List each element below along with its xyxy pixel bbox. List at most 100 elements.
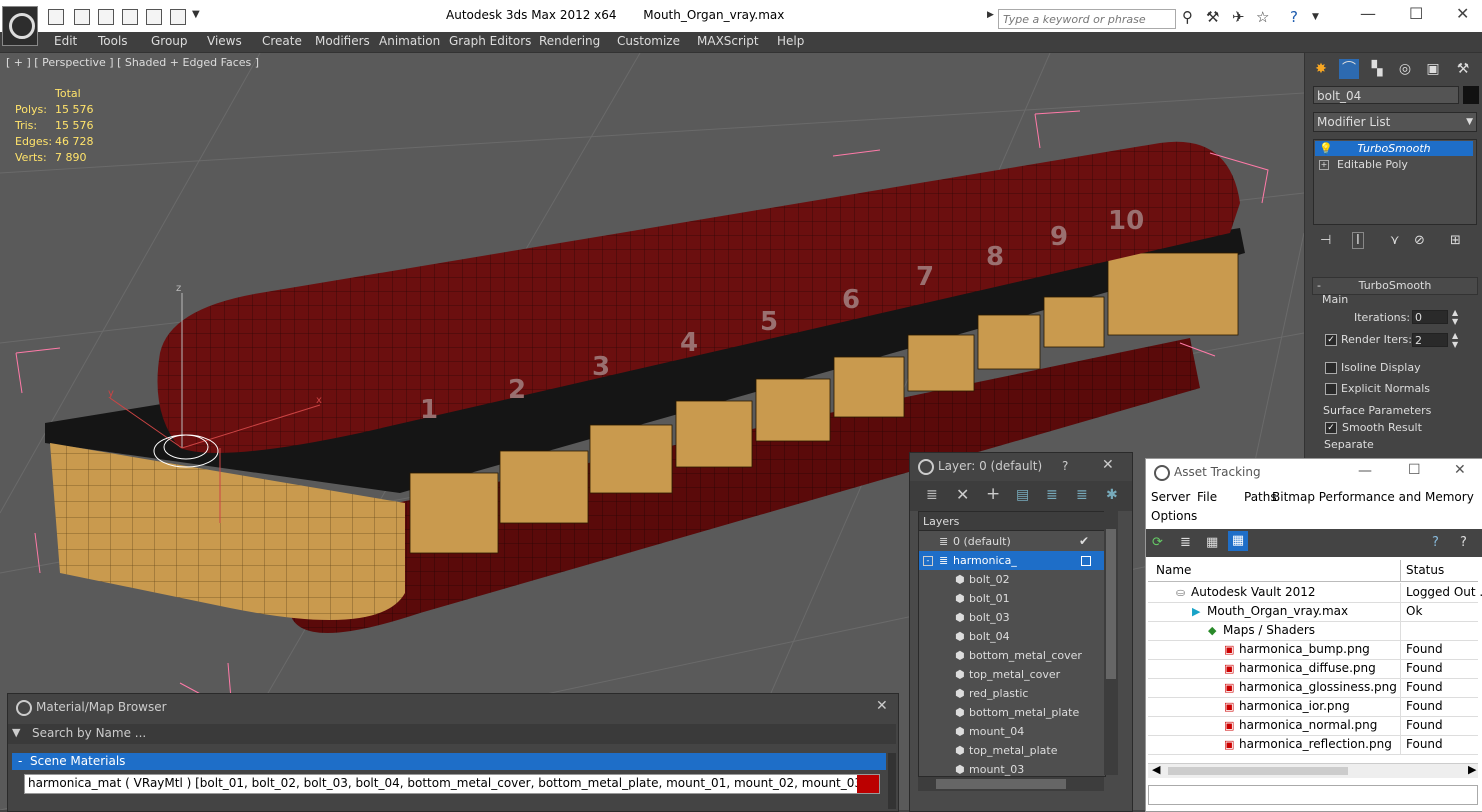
layer-row[interactable]: - ≣ harmonica_ [919, 551, 1105, 570]
material-item[interactable]: harmonica_mat ( VRayMtl ) [bolt_01, bolt… [24, 774, 880, 794]
minimize-icon[interactable]: — [1358, 463, 1372, 479]
options-dropdown-icon[interactable]: ▼ [12, 726, 20, 739]
scene-materials-header[interactable]: - Scene Materials [12, 753, 886, 770]
menu-edit[interactable]: Edit [54, 34, 77, 48]
expand-plus-icon[interactable]: + [1319, 160, 1329, 170]
layer-object-row[interactable]: ⬢ bolt_01 [919, 589, 1105, 608]
binoculars-icon[interactable]: ⚲ [1182, 8, 1193, 26]
layer-object-row[interactable]: ⬢ red_plastic [919, 684, 1105, 703]
freeze-all-icon[interactable]: ✱ [1106, 487, 1118, 503]
scroll-left-icon[interactable]: ◀ [1152, 763, 1160, 776]
layer-hscrollbar[interactable] [918, 777, 1104, 791]
new-layer-icon[interactable]: ≣ [926, 487, 938, 503]
layer-object-row[interactable]: ⬢ bolt_02 [919, 570, 1105, 589]
project-folder-icon[interactable] [170, 9, 186, 25]
modifier-list-dropdown[interactable]: Modifier List ▼ [1313, 112, 1477, 132]
refresh-icon[interactable]: ⟳ [1152, 535, 1163, 550]
display-tab-icon[interactable]: ▣ [1423, 59, 1443, 79]
layer-hscrollbar-thumb[interactable] [936, 779, 1066, 789]
object-color-swatch[interactable] [1463, 86, 1479, 104]
menu-customize[interactable]: Customize [617, 34, 680, 48]
menu-create[interactable]: Create [262, 34, 302, 48]
make-unique-icon[interactable]: ⋎ [1390, 233, 1400, 248]
quick-access-dropdown-icon[interactable]: ▼ [192, 9, 200, 20]
close-icon[interactable]: ✕ [1456, 4, 1469, 23]
hide-all-icon[interactable]: ≣ [1076, 487, 1088, 503]
stack-item-editable-poly[interactable]: + Editable Poly [1315, 157, 1473, 172]
remove-modifier-icon[interactable]: ⊘ [1414, 233, 1425, 248]
asset-row[interactable]: ▣ harmonica_reflection.png Found [1148, 735, 1478, 755]
spinner-arrows-icon[interactable]: ▲ ▼ [1452, 331, 1458, 349]
menu-tools[interactable]: Tools [98, 34, 128, 48]
minimize-icon[interactable]: — [1360, 4, 1376, 23]
collapse-minus-icon[interactable]: - [923, 556, 933, 566]
menu-views[interactable]: Views [207, 34, 242, 48]
create-tab-icon[interactable]: ✸ [1311, 59, 1331, 79]
lightbulb-icon[interactable]: 💡 [1319, 141, 1333, 156]
utilities-tab-icon[interactable]: ⚒ [1453, 59, 1473, 79]
layer-object-row[interactable]: ⬢ top_metal_cover [919, 665, 1105, 684]
column-status[interactable]: Status [1406, 563, 1444, 577]
hierarchy-tab-icon[interactable]: ▚ [1367, 59, 1387, 79]
help-icon[interactable]: ? [1290, 8, 1298, 26]
iterations-spinner[interactable]: 0 [1412, 310, 1448, 324]
asset-row[interactable]: ▣ harmonica_glossiness.png Found [1148, 678, 1478, 698]
spinner-arrows-icon[interactable]: ▲ ▼ [1452, 308, 1458, 326]
maximize-icon[interactable]: ☐ [1409, 4, 1423, 23]
highlight-layer-icon[interactable]: ≣ [1046, 487, 1058, 503]
material-scrollbar[interactable] [888, 753, 896, 809]
asset-menu-options[interactable]: Options [1151, 509, 1197, 523]
layer-object-row[interactable]: ⬢ bolt_04 [919, 627, 1105, 646]
menu-graph-editors[interactable]: Graph Editors [449, 34, 531, 48]
layer-scrollbar-thumb[interactable] [1106, 529, 1116, 679]
new-scene-icon[interactable] [98, 9, 114, 25]
layer-scrollbar[interactable] [1104, 511, 1118, 775]
show-end-result-icon[interactable]: Ⅰ [1352, 232, 1364, 249]
viewport-label[interactable]: [ + ] [ Perspective ] [ Shaded + Edged F… [6, 56, 259, 69]
subscription-icon[interactable]: ✈ [1232, 8, 1245, 26]
app-logo-button[interactable] [2, 6, 38, 46]
select-objects-icon[interactable]: ▤ [1016, 487, 1029, 503]
isoline-display-checkbox[interactable] [1325, 362, 1337, 374]
maximize-icon[interactable]: ☐ [1408, 462, 1421, 478]
menu-help[interactable]: Help [777, 34, 804, 48]
list-view-icon[interactable]: ≣ [1180, 535, 1191, 550]
asset-row[interactable]: ▣ harmonica_ior.png Found [1148, 697, 1478, 717]
hold-icon[interactable] [122, 9, 138, 25]
asset-menu-bitmap-performance[interactable]: Bitmap Performance and Memory [1272, 490, 1474, 504]
explicit-normals-checkbox[interactable] [1325, 383, 1337, 395]
render-iters-checkbox[interactable]: ✓ [1325, 334, 1337, 346]
asset-row[interactable]: ▣ harmonica_diffuse.png Found [1148, 659, 1478, 679]
motion-tab-icon[interactable]: ◎ [1395, 59, 1415, 79]
open-file-icon[interactable] [48, 9, 64, 25]
material-search-input[interactable]: Search by Name ... [32, 726, 146, 740]
layer-object-row[interactable]: ⬢ mount_04 [919, 722, 1105, 741]
add-to-layer-icon[interactable]: + [986, 484, 1000, 504]
column-name[interactable]: Name [1156, 563, 1191, 577]
search-input[interactable]: Type a keyword or phrase [998, 9, 1176, 29]
asset-row[interactable]: ▣ harmonica_bump.png Found [1148, 640, 1478, 660]
search-expand-icon[interactable]: ▶ [987, 10, 994, 20]
wrench-icon[interactable]: ⚒ [1206, 8, 1219, 26]
asset-help-icon[interactable]: ? [1432, 535, 1439, 550]
stack-item-turbosmooth[interactable]: 💡 TurboSmooth [1315, 141, 1473, 156]
asset-settings-icon[interactable]: ? [1460, 535, 1467, 550]
current-layer-check-icon[interactable]: ✔ [1079, 532, 1089, 551]
asset-path-field[interactable] [1148, 785, 1478, 805]
pin-stack-icon[interactable]: ⊣ [1320, 233, 1331, 248]
asset-hscrollbar-thumb[interactable] [1168, 767, 1348, 775]
asset-hscrollbar[interactable]: ◀ ▶ [1148, 763, 1478, 778]
close-icon[interactable]: ✕ [1102, 457, 1114, 473]
modify-tab-icon[interactable]: ⌒ [1339, 59, 1359, 79]
layer-object-row[interactable]: ⬢ mount_03 [919, 760, 1105, 776]
column-divider[interactable] [1400, 560, 1401, 581]
favorites-star-icon[interactable]: ☆ [1256, 8, 1269, 26]
layer-object-row[interactable]: ⬢ top_metal_plate [919, 741, 1105, 760]
fetch-icon[interactable] [146, 9, 162, 25]
close-icon[interactable]: ✕ [1454, 462, 1466, 478]
menu-maxscript[interactable]: MAXScript [697, 34, 759, 48]
menu-group[interactable]: Group [151, 34, 188, 48]
asset-row[interactable]: ◆ Maps / Shaders [1148, 621, 1478, 641]
menu-modifiers[interactable]: Modifiers [315, 34, 370, 48]
object-name-input[interactable]: bolt_04 [1313, 86, 1459, 104]
